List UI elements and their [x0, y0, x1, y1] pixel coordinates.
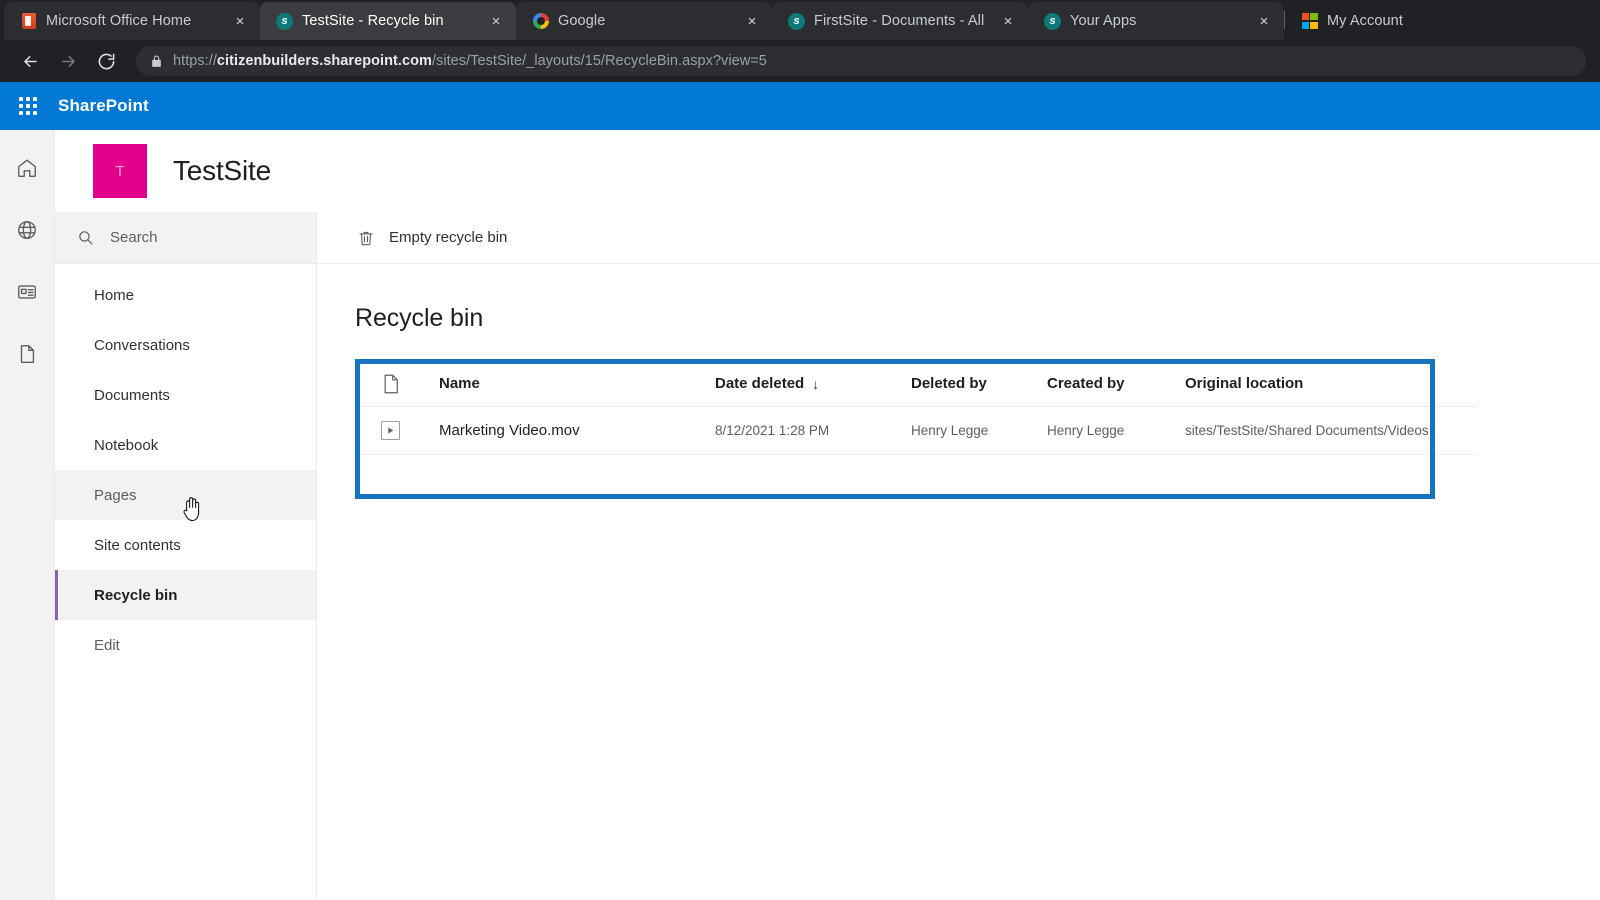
cell-original-location: sites/TestSite/Shared Documents/Videos: [1185, 423, 1477, 438]
document-icon[interactable]: [11, 338, 43, 370]
address-bar: https://citizenbuilders.sharepoint.com/s…: [0, 40, 1600, 82]
tab-close-button[interactable]: ×: [486, 11, 506, 31]
file-type-column-header[interactable]: [381, 373, 439, 395]
site-logo: T: [93, 144, 147, 198]
tab-title: TestSite - Recycle bin: [302, 13, 477, 29]
content-pad: Recycle bin Name Date d: [317, 264, 1600, 455]
cell-file-name[interactable]: Marketing Video.mov: [439, 422, 715, 439]
globe-icon[interactable]: [11, 214, 43, 246]
sort-descending-icon: ↓: [812, 376, 819, 392]
news-icon[interactable]: [11, 276, 43, 308]
sidebar-item-label: Documents: [94, 387, 170, 404]
below-header: Search Home Conversations Documents Note…: [55, 212, 1600, 900]
column-header-created-by[interactable]: Created by: [1047, 375, 1185, 392]
recycle-bin-list: Name Date deleted ↓ Deleted by Created b…: [355, 361, 1477, 455]
tab-title: Your Apps: [1070, 13, 1245, 29]
app-rail: [0, 130, 55, 900]
browser-tab-google[interactable]: Google ×: [516, 2, 772, 40]
forward-button[interactable]: [52, 45, 84, 77]
sidebar-item-edit[interactable]: Edit: [55, 620, 316, 670]
video-file-icon: [381, 421, 439, 440]
sharepoint-icon: s: [788, 13, 805, 30]
tab-close-button[interactable]: ×: [230, 11, 250, 31]
sidebar-item-site-contents[interactable]: Site contents: [55, 520, 316, 570]
sidebar-item-recycle-bin[interactable]: Recycle bin: [55, 570, 316, 620]
suite-bar: SharePoint: [0, 82, 1600, 130]
sharepoint-icon: s: [1044, 13, 1061, 30]
browser-tab-my-account[interactable]: My Account: [1285, 2, 1425, 40]
column-header-name[interactable]: Name: [439, 375, 715, 392]
tab-close-button[interactable]: ×: [742, 11, 762, 31]
browser-tab-office-home[interactable]: Microsoft Office Home ×: [4, 2, 260, 40]
sidebar-item-label: Pages: [94, 487, 137, 504]
table-header-row: Name Date deleted ↓ Deleted by Created b…: [355, 361, 1477, 407]
tab-title: My Account: [1327, 13, 1415, 29]
column-header-date-deleted[interactable]: Date deleted ↓: [715, 375, 911, 392]
nav-list: Home Conversations Documents Notebook Pa…: [55, 264, 316, 670]
table-row[interactable]: Marketing Video.mov 8/12/2021 1:28 PM He…: [355, 407, 1477, 455]
sidebar-item-label: Site contents: [94, 537, 181, 554]
sidebar-item-conversations[interactable]: Conversations: [55, 320, 316, 370]
sidebar-item-pages[interactable]: Pages: [55, 470, 316, 520]
empty-recycle-bin-label: Empty recycle bin: [389, 229, 507, 246]
app-body: T TestSite Search Home Conversations: [0, 130, 1600, 900]
app-launcher-icon[interactable]: [16, 94, 40, 118]
tab-close-button[interactable]: ×: [1254, 11, 1274, 31]
lock-icon: [150, 55, 163, 68]
site-header: T TestSite: [55, 130, 1600, 212]
reload-button[interactable]: [90, 45, 122, 77]
sidebar-item-label: Edit: [94, 637, 120, 654]
site-title[interactable]: TestSite: [173, 155, 271, 187]
sidebar-item-documents[interactable]: Documents: [55, 370, 316, 420]
empty-recycle-bin-button[interactable]: Empty recycle bin: [357, 229, 507, 247]
trash-icon: [357, 229, 375, 247]
cell-created-by: Henry Legge: [1047, 423, 1185, 438]
sharepoint-icon: s: [276, 13, 293, 30]
browser-chrome: Microsoft Office Home × s TestSite - Rec…: [0, 0, 1600, 82]
google-icon: [532, 13, 549, 30]
url-text: https://citizenbuilders.sharepoint.com/s…: [173, 53, 767, 69]
column-header-deleted-by[interactable]: Deleted by: [911, 375, 1047, 392]
sidebar-item-label: Recycle bin: [94, 587, 177, 604]
column-header-label: Deleted by: [911, 375, 987, 392]
browser-tab-testsite-recycle-bin[interactable]: s TestSite - Recycle bin ×: [260, 2, 516, 40]
column-header-label: Original location: [1185, 375, 1303, 392]
browser-tab-firstsite-documents[interactable]: s FirstSite - Documents - All Docum ×: [772, 2, 1028, 40]
home-icon[interactable]: [11, 152, 43, 184]
office-icon: [20, 13, 37, 30]
tab-title: Microsoft Office Home: [46, 13, 221, 29]
browser-tab-your-apps[interactable]: s Your Apps ×: [1028, 2, 1284, 40]
tab-close-button[interactable]: ×: [998, 11, 1018, 31]
column-header-label: Date deleted: [715, 375, 804, 392]
mouse-cursor: [181, 496, 203, 522]
microsoft-icon: [1301, 13, 1318, 30]
column-header-original-location[interactable]: Original location: [1185, 375, 1477, 392]
site-column: T TestSite Search Home Conversations: [55, 130, 1600, 900]
search-placeholder: Search: [110, 229, 158, 246]
tab-strip: Microsoft Office Home × s TestSite - Rec…: [0, 0, 1600, 40]
url-input[interactable]: https://citizenbuilders.sharepoint.com/s…: [136, 46, 1586, 76]
column-header-label: Name: [439, 375, 480, 392]
search-input[interactable]: Search: [55, 212, 316, 264]
site-navigation: Search Home Conversations Documents Note…: [55, 212, 317, 900]
content-area: Empty recycle bin Recycle bin: [317, 212, 1600, 900]
tab-title: FirstSite - Documents - All Docum: [814, 13, 989, 29]
sidebar-item-notebook[interactable]: Notebook: [55, 420, 316, 470]
cell-deleted-by: Henry Legge: [911, 423, 1047, 438]
sidebar-item-home[interactable]: Home: [55, 270, 316, 320]
tab-title: Google: [558, 13, 733, 29]
column-header-label: Created by: [1047, 375, 1125, 392]
page-title: Recycle bin: [355, 304, 1600, 333]
command-bar: Empty recycle bin: [317, 212, 1600, 264]
sharepoint-brand-link[interactable]: SharePoint: [58, 96, 149, 116]
sidebar-item-label: Home: [94, 287, 134, 304]
back-button[interactable]: [14, 45, 46, 77]
sidebar-item-label: Notebook: [94, 437, 158, 454]
sidebar-item-label: Conversations: [94, 337, 190, 354]
search-icon: [77, 229, 94, 246]
cell-date-deleted: 8/12/2021 1:28 PM: [715, 423, 911, 438]
